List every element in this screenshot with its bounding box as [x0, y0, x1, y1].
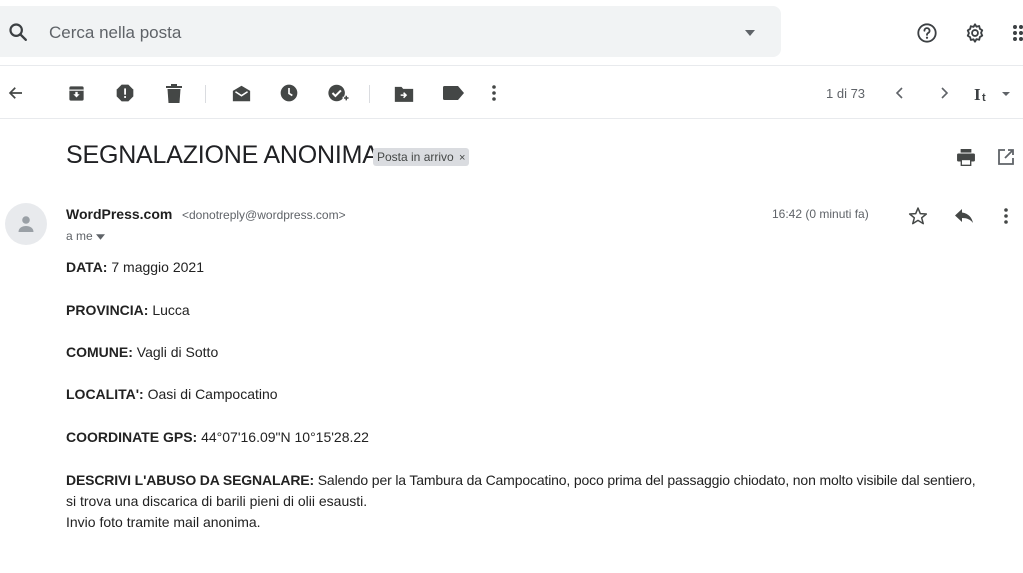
- reply-icon[interactable]: [952, 204, 976, 228]
- person-icon: [18, 216, 34, 232]
- body-description-line3: Invio foto tramite mail anonima.: [66, 514, 261, 530]
- chevron-left-icon[interactable]: [888, 81, 912, 105]
- mark-unread-icon[interactable]: [229, 81, 253, 105]
- recipient-text: a me: [66, 229, 93, 243]
- body-localita: LOCALITA': Oasi di Campocatino: [66, 386, 278, 402]
- message-more-vert-icon[interactable]: [994, 204, 1018, 228]
- snooze-icon[interactable]: [277, 81, 301, 105]
- search-options-dropdown-icon[interactable]: [743, 26, 757, 40]
- arrow-back-icon[interactable]: [4, 81, 28, 105]
- body-description: DESCRIVI L'ABUSO DA SEGNALARE: Salendo p…: [66, 472, 976, 488]
- chevron-down-icon[interactable]: [96, 229, 106, 243]
- search-input[interactable]: [49, 21, 649, 45]
- apps-grid-icon[interactable]: [1012, 23, 1023, 43]
- pager-count: 1 di 73: [826, 86, 866, 101]
- star-icon[interactable]: [906, 204, 930, 228]
- chevron-right-icon[interactable]: [932, 81, 956, 105]
- print-icon[interactable]: [954, 145, 978, 169]
- header-divider: [0, 65, 1023, 66]
- toolbar-divider: [0, 118, 1023, 119]
- report-spam-icon[interactable]: [113, 81, 137, 105]
- recipient-details[interactable]: a me: [66, 229, 106, 243]
- label-remove-icon[interactable]: ×: [459, 152, 465, 164]
- move-to-folder-icon[interactable]: [392, 81, 416, 105]
- svg-text:I: I: [974, 85, 981, 104]
- toolbar-separator: [205, 85, 206, 103]
- body-description-line2: si trova una discarica di barili pieni d…: [66, 493, 368, 509]
- input-tools-icon[interactable]: It: [973, 84, 1013, 104]
- label-chip[interactable]: Posta in arrivo ×: [373, 148, 470, 166]
- body-coordinate-gps: COORDINATE GPS: 44°07'16.09"N 10°15'28.2…: [66, 429, 369, 445]
- gear-icon[interactable]: [962, 20, 988, 46]
- sender-name[interactable]: WordPress.com: [66, 206, 172, 222]
- add-task-icon[interactable]: [326, 81, 350, 105]
- avatar: [5, 203, 47, 245]
- archive-icon[interactable]: [64, 81, 88, 105]
- email-timestamp: 16:42 (0 minuti fa): [772, 207, 869, 221]
- label-chip-text: Posta in arrivo: [377, 150, 454, 164]
- body-data: DATA: 7 maggio 2021: [66, 259, 204, 275]
- toolbar-separator: [369, 85, 370, 103]
- sender-email: <donotreply@wordpress.com>: [182, 208, 346, 222]
- body-comune: COMUNE: Vagli di Sotto: [66, 344, 219, 360]
- email-subject: SEGNALAZIONE ANONIMA: [66, 141, 379, 169]
- svg-text:t: t: [982, 92, 986, 104]
- more-vert-icon[interactable]: [482, 81, 506, 105]
- open-new-window-icon[interactable]: [994, 145, 1018, 169]
- trash-icon[interactable]: [162, 81, 186, 105]
- search-icon[interactable]: [6, 20, 30, 44]
- label-icon[interactable]: [441, 81, 465, 105]
- help-icon[interactable]: [914, 20, 940, 46]
- body-provincia: PROVINCIA: Lucca: [66, 302, 190, 318]
